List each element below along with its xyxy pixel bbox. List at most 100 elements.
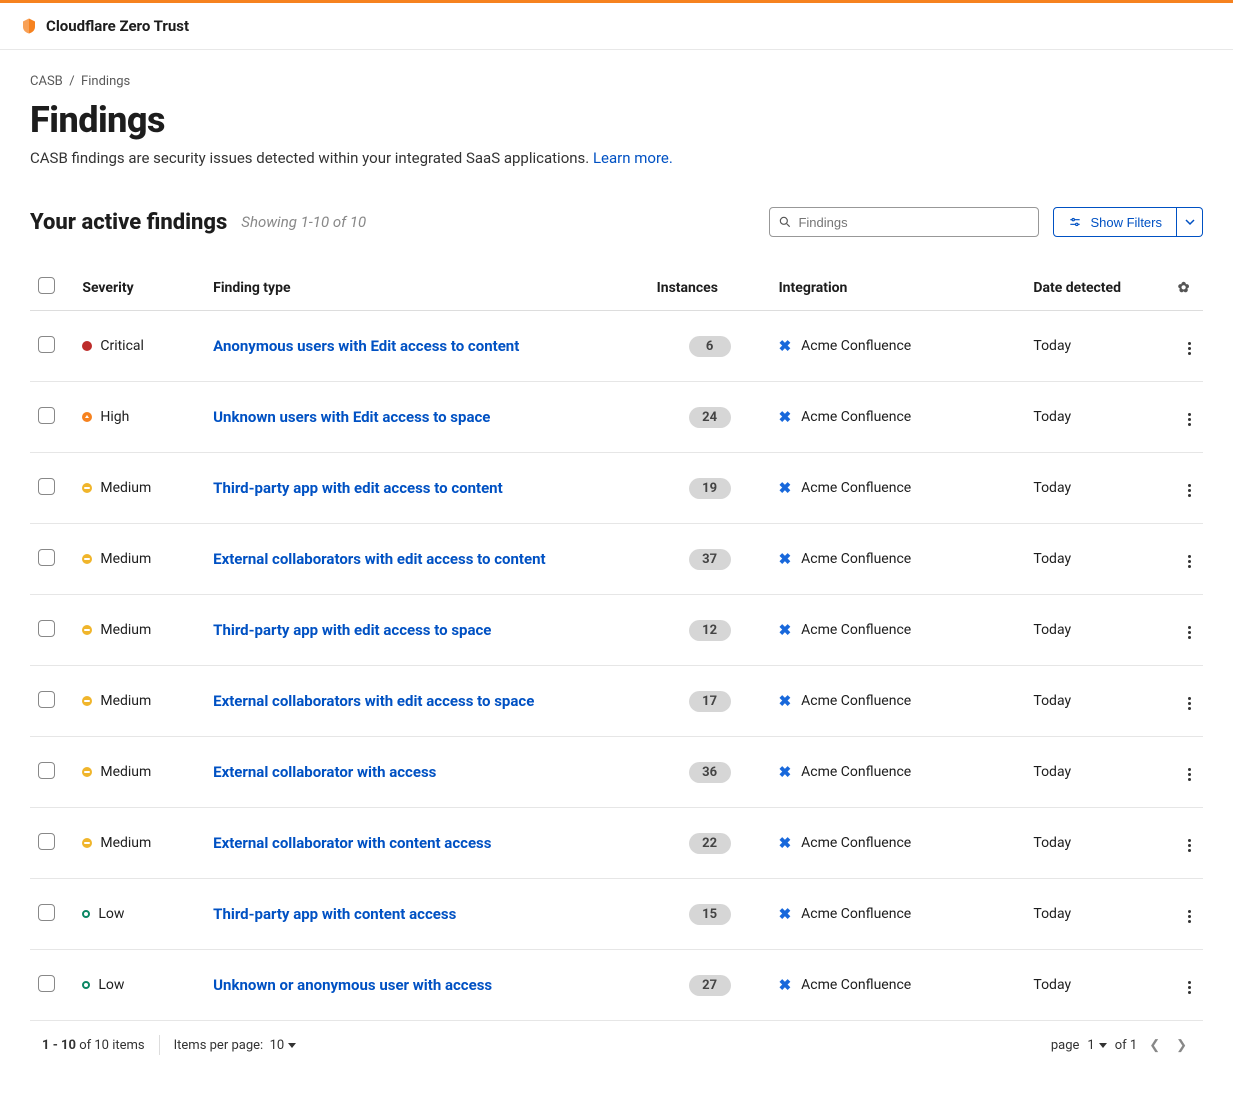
pagination-bar: 1 - 10 of 10 items Items per page: 10 pa… bbox=[30, 1021, 1203, 1085]
prev-page-button[interactable]: ❮ bbox=[1145, 1038, 1164, 1053]
select-all-checkbox[interactable] bbox=[38, 277, 55, 294]
integration-name: Acme Confluence bbox=[801, 764, 911, 780]
finding-type-link[interactable]: External collaborator with access bbox=[213, 763, 436, 781]
row-checkbox[interactable] bbox=[38, 549, 55, 566]
col-header-instances[interactable]: Instances bbox=[649, 265, 771, 311]
confluence-icon: ✖ bbox=[779, 479, 792, 497]
per-page-select[interactable]: 10 bbox=[270, 1038, 297, 1053]
table-row: MediumExternal collaborators with edit a… bbox=[30, 666, 1203, 737]
severity-label: High bbox=[100, 409, 129, 425]
severity-label: Medium bbox=[100, 480, 151, 496]
row-actions-menu[interactable] bbox=[1184, 409, 1195, 430]
integration-name: Acme Confluence bbox=[801, 551, 911, 567]
severity-icon bbox=[82, 910, 90, 918]
severity-icon bbox=[82, 625, 92, 635]
row-checkbox[interactable] bbox=[38, 620, 55, 637]
severity-icon bbox=[82, 981, 90, 989]
row-checkbox[interactable] bbox=[38, 975, 55, 992]
finding-type-link[interactable]: Third-party app with edit access to cont… bbox=[213, 479, 503, 497]
integration-cell: ✖ Acme Confluence bbox=[779, 692, 996, 710]
col-header-type[interactable]: Finding type bbox=[205, 265, 648, 311]
search-input-wrapper[interactable] bbox=[769, 207, 1039, 237]
product-title: Cloudflare Zero Trust bbox=[46, 17, 189, 35]
col-header-date[interactable]: Date detected bbox=[1003, 265, 1169, 311]
integration-cell: ✖Acme Confluence bbox=[779, 834, 996, 852]
row-checkbox[interactable] bbox=[38, 762, 55, 779]
date-detected: Today bbox=[1033, 764, 1071, 780]
learn-more-link[interactable]: Learn more. bbox=[593, 149, 673, 167]
finding-type-link[interactable]: Unknown users with Edit access to space bbox=[213, 408, 490, 426]
cloudflare-logo-icon bbox=[20, 17, 38, 35]
severity-cell: Low bbox=[82, 977, 197, 993]
integration-name: Acme Confluence bbox=[801, 835, 911, 851]
search-input[interactable] bbox=[798, 215, 1030, 230]
integration-name: Acme Confluence bbox=[801, 480, 911, 496]
col-header-severity[interactable]: Severity bbox=[74, 265, 205, 311]
finding-type-link[interactable]: External collaborator with content acces… bbox=[213, 834, 491, 852]
row-actions-menu[interactable] bbox=[1184, 764, 1195, 785]
app-header: Cloudflare Zero Trust bbox=[0, 3, 1233, 50]
instances-badge: 22 bbox=[689, 833, 731, 854]
confluence-icon: ✖ bbox=[779, 408, 792, 426]
showing-count: Showing 1-10 of 10 bbox=[241, 213, 366, 231]
filters-dropdown-button[interactable] bbox=[1177, 207, 1203, 237]
page-select[interactable]: 1 bbox=[1087, 1038, 1106, 1053]
severity-cell: Medium bbox=[82, 835, 197, 851]
finding-type-link[interactable]: Unknown or anonymous user with access bbox=[213, 976, 492, 994]
table-row: Critical Anonymous users with Edit access… bbox=[30, 311, 1203, 382]
date-detected: Today bbox=[1033, 835, 1071, 851]
instances-badge: 37 bbox=[689, 549, 731, 570]
severity-label: Critical bbox=[100, 338, 144, 354]
breadcrumb: CASB / Findings bbox=[30, 74, 1203, 89]
severity-icon bbox=[82, 838, 92, 848]
row-checkbox[interactable] bbox=[38, 833, 55, 850]
show-filters-button[interactable]: Show Filters bbox=[1053, 207, 1177, 237]
row-actions-menu[interactable] bbox=[1184, 906, 1195, 927]
sliders-icon bbox=[1068, 215, 1082, 229]
row-checkbox[interactable] bbox=[38, 407, 55, 424]
finding-type-link[interactable]: Third-party app with edit access to spac… bbox=[213, 621, 491, 639]
confluence-icon: ✖ bbox=[779, 621, 792, 639]
integration-name: Acme Confluence bbox=[801, 977, 911, 993]
row-actions-menu[interactable] bbox=[1184, 480, 1195, 501]
row-actions-menu[interactable] bbox=[1184, 835, 1195, 856]
breadcrumb-root[interactable]: CASB bbox=[30, 74, 63, 89]
severity-label: Low bbox=[98, 906, 124, 922]
row-actions-menu[interactable] bbox=[1184, 551, 1195, 572]
row-actions-menu[interactable] bbox=[1184, 977, 1195, 998]
finding-type-link[interactable]: External collaborators with edit access … bbox=[213, 692, 534, 710]
instances-badge: 15 bbox=[689, 904, 731, 925]
date-detected: Today bbox=[1033, 906, 1071, 922]
date-detected: Today bbox=[1033, 409, 1071, 425]
instances-badge: 24 bbox=[689, 407, 731, 428]
finding-type-link[interactable]: Anonymous users with Edit access to cont… bbox=[213, 337, 519, 355]
row-checkbox[interactable] bbox=[38, 691, 55, 708]
integration-cell: ✖Acme Confluence bbox=[779, 976, 996, 994]
severity-label: Medium bbox=[100, 551, 151, 567]
caret-down-icon bbox=[288, 1043, 296, 1048]
table-row: Medium External collaborators with edit a… bbox=[30, 524, 1203, 595]
page-title: Findings bbox=[30, 99, 1203, 141]
col-header-integration[interactable]: Integration bbox=[771, 265, 1004, 311]
next-page-button[interactable]: ❯ bbox=[1172, 1038, 1191, 1053]
confluence-icon: ✖ bbox=[779, 905, 792, 923]
integration-name: Acme Confluence bbox=[801, 409, 911, 425]
integration-name: Acme Confluence bbox=[801, 693, 911, 709]
instances-badge: 36 bbox=[689, 762, 731, 783]
confluence-icon: ✖ bbox=[779, 692, 792, 710]
row-checkbox[interactable] bbox=[38, 336, 55, 353]
integration-cell: ✖ Acme Confluence bbox=[779, 621, 996, 639]
date-detected: Today bbox=[1033, 480, 1071, 496]
row-actions-menu[interactable] bbox=[1184, 338, 1195, 359]
row-actions-menu[interactable] bbox=[1184, 622, 1195, 643]
caret-down-icon bbox=[1099, 1043, 1107, 1048]
finding-type-link[interactable]: External collaborators with edit access … bbox=[213, 550, 545, 568]
gear-icon[interactable]: ✿ bbox=[1178, 280, 1190, 296]
section-title: Your active findings bbox=[30, 210, 227, 235]
row-checkbox[interactable] bbox=[38, 478, 55, 495]
integration-name: Acme Confluence bbox=[801, 622, 911, 638]
row-actions-menu[interactable] bbox=[1184, 693, 1195, 714]
row-checkbox[interactable] bbox=[38, 904, 55, 921]
finding-type-link[interactable]: Third-party app with content access bbox=[213, 905, 456, 923]
severity-cell: Medium bbox=[82, 622, 197, 638]
